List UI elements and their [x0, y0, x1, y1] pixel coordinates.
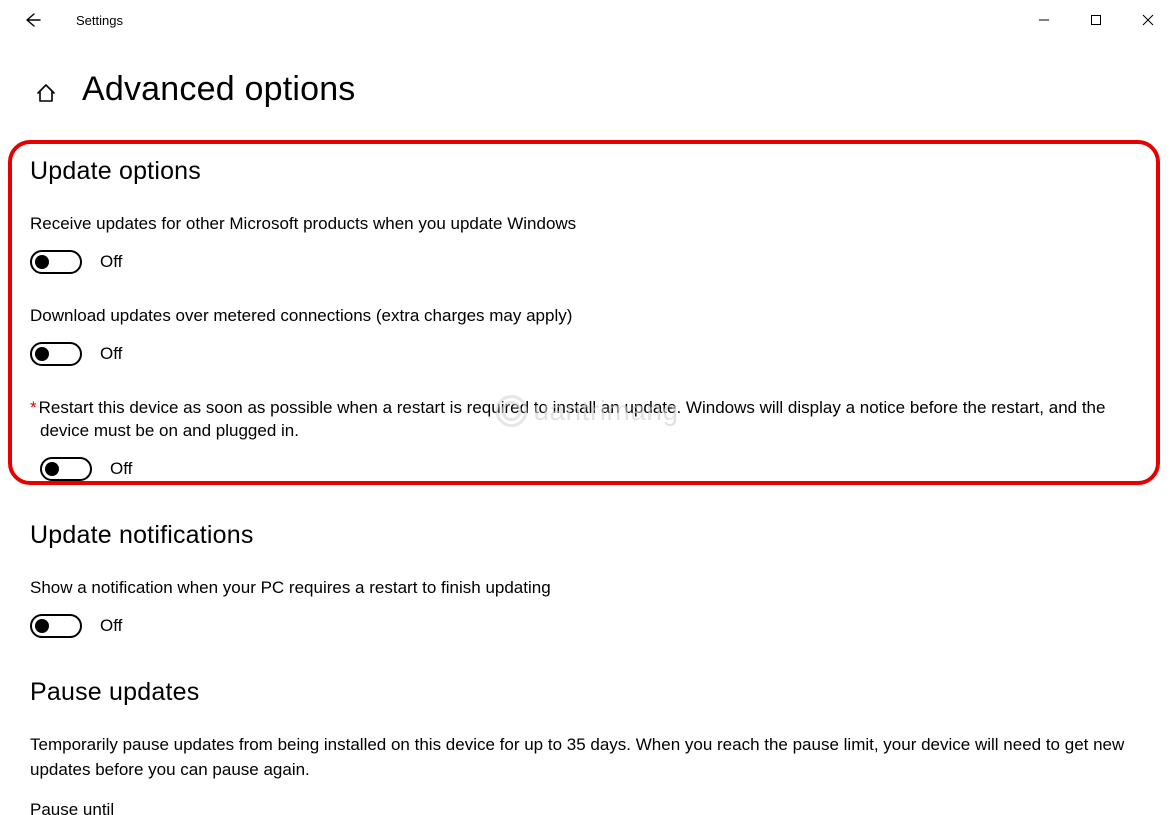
page-title: Advanced options [82, 70, 356, 109]
section-heading: Pause updates [30, 678, 1144, 707]
toggle-knob [35, 255, 49, 269]
option-metered: Download updates over metered connection… [30, 304, 1144, 366]
option-restart: *Restart this device as soon as possible… [30, 396, 1144, 482]
toggle-show-notification[interactable] [30, 614, 82, 638]
option-label-text: Restart this device as soon as possible … [39, 398, 1106, 441]
toggle-state-label: Off [100, 252, 122, 272]
option-label: Receive updates for other Microsoft prod… [30, 212, 1144, 236]
section-update-options: Update options Receive updates for other… [30, 157, 1144, 481]
option-show-notification: Show a notification when your PC require… [30, 576, 1144, 638]
required-asterisk: * [30, 398, 37, 417]
toggle-state-label: Off [110, 459, 132, 479]
option-label: Download updates over metered connection… [30, 304, 1144, 328]
app-title: Settings [76, 13, 123, 28]
section-heading: Update notifications [30, 521, 1144, 550]
toggle-state-label: Off [100, 344, 122, 364]
toggle-restart[interactable] [40, 457, 92, 481]
minimize-button[interactable] [1018, 0, 1070, 40]
section-heading: Update options [30, 157, 1144, 186]
back-button[interactable] [22, 10, 42, 30]
toggle-metered[interactable] [30, 342, 82, 366]
pause-until-label: Pause until [30, 800, 1144, 815]
toggle-receive-products[interactable] [30, 250, 82, 274]
page-header: Advanced options [0, 40, 1174, 109]
close-button[interactable] [1122, 0, 1174, 40]
page-content: Update options Receive updates for other… [0, 109, 1174, 815]
toggle-state-label: Off [100, 616, 122, 636]
home-button[interactable] [32, 79, 60, 107]
option-label: *Restart this device as soon as possible… [30, 396, 1144, 444]
toggle-knob [35, 347, 49, 361]
toggle-knob [45, 462, 59, 476]
pause-description: Temporarily pause updates from being ins… [30, 733, 1144, 782]
section-update-notifications: Update notifications Show a notification… [30, 521, 1144, 638]
window-controls [1018, 0, 1174, 40]
toggle-knob [35, 619, 49, 633]
option-receive-products: Receive updates for other Microsoft prod… [30, 212, 1144, 274]
maximize-button[interactable] [1070, 0, 1122, 40]
section-pause-updates: Pause updates Temporarily pause updates … [30, 678, 1144, 815]
option-label: Show a notification when your PC require… [30, 576, 1144, 600]
titlebar: Settings [0, 0, 1174, 40]
